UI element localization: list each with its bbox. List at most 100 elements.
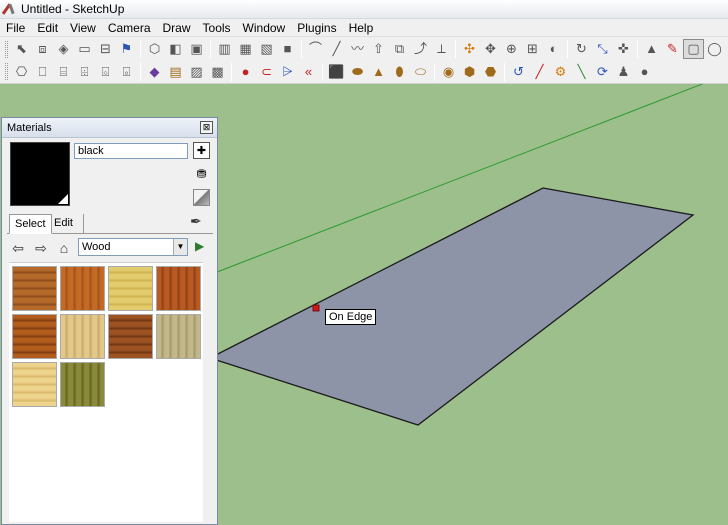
orbit-icon[interactable]: ✣	[459, 39, 480, 59]
chevron-down-icon[interactable]: ▼	[173, 239, 187, 255]
top-view-icon[interactable]: ◧	[165, 39, 186, 59]
move-icon[interactable]: ✜	[613, 39, 634, 59]
cylinder-icon[interactable]: ⬬	[347, 62, 368, 82]
tab-select[interactable]: Select	[9, 214, 52, 234]
forward-arrow-icon[interactable]: ⇨	[31, 239, 51, 257]
component-c-icon[interactable]: ⌸	[53, 62, 74, 82]
material-thumbnail[interactable]	[108, 314, 153, 359]
menu-help[interactable]: Help	[343, 19, 380, 37]
material-thumbnail[interactable]	[108, 266, 153, 311]
component-f-icon[interactable]: ⌻	[116, 62, 137, 82]
line-icon[interactable]: ╱	[326, 39, 347, 59]
zoom-window-icon[interactable]: ⊞	[522, 39, 543, 59]
fog-icon[interactable]: ▨	[186, 62, 207, 82]
menu-edit[interactable]: Edit	[31, 19, 64, 37]
freehand-icon[interactable]: 〰	[347, 39, 368, 59]
hidden-line-icon[interactable]: ▧	[256, 39, 277, 59]
solid-a-icon[interactable]: ⬢	[459, 62, 480, 82]
eraser-icon[interactable]: ▭	[74, 39, 95, 59]
pan-icon[interactable]: ✥	[480, 39, 501, 59]
cycle-icon[interactable]: ↺	[508, 62, 529, 82]
create-material-icon[interactable]: ✚	[193, 142, 210, 159]
walk-icon[interactable]: ⚑	[116, 39, 137, 59]
pipe-icon[interactable]: ⬭	[410, 62, 431, 82]
layer-icon[interactable]: ⩥	[277, 62, 298, 82]
section-icon[interactable]: ⊂	[256, 62, 277, 82]
material-thumbnail[interactable]	[12, 266, 57, 311]
xray-icon[interactable]: ▥	[214, 39, 235, 59]
make-component-icon[interactable]: ⧈	[32, 39, 53, 59]
material-thumbnail[interactable]	[60, 314, 105, 359]
push-pull-icon[interactable]: ⇧	[368, 39, 389, 59]
torus-icon[interactable]: ◉	[438, 62, 459, 82]
previous-view-icon[interactable]: ◐	[543, 39, 564, 59]
menu-view[interactable]: View	[64, 19, 102, 37]
details-arrow-icon[interactable]: ▶	[195, 239, 204, 253]
material-thumbnail[interactable]	[60, 362, 105, 407]
toolbar-grip[interactable]	[5, 63, 8, 80]
refresh-icon[interactable]: ⟳	[592, 62, 613, 82]
pencil-icon[interactable]: ✎	[662, 39, 683, 59]
follow-me-icon[interactable]: ⤴	[410, 39, 431, 59]
library-dropdown[interactable]: Wood ▼	[78, 238, 188, 256]
material-thumbnail[interactable]	[156, 266, 201, 311]
tab-edit[interactable]: Edit	[49, 214, 84, 234]
front-view-icon[interactable]: ▣	[186, 39, 207, 59]
default-material-icon[interactable]	[193, 189, 210, 206]
wireframe-icon[interactable]: ▦	[235, 39, 256, 59]
record-icon[interactable]: ●	[235, 62, 256, 82]
zoom-icon[interactable]: ⊕	[501, 39, 522, 59]
stick-icon[interactable]: ╲	[571, 62, 592, 82]
menu-camera[interactable]: Camera	[102, 19, 157, 37]
toolbar-separator	[140, 40, 141, 58]
material-thumbnail[interactable]	[12, 314, 57, 359]
material-thumbnail[interactable]	[12, 362, 57, 407]
cone-icon[interactable]: ▲	[368, 62, 389, 82]
close-icon[interactable]: ⊠	[200, 121, 213, 134]
figure-icon[interactable]: ♟	[613, 62, 634, 82]
sandbox-icon[interactable]: ▤	[165, 62, 186, 82]
box-icon[interactable]: ⬛	[326, 62, 347, 82]
rectangle-icon[interactable]: ▢	[683, 39, 704, 59]
component-a-icon[interactable]: ⎔	[11, 62, 32, 82]
eyedropper-icon[interactable]: ✒	[190, 213, 202, 230]
material-thumbnail[interactable]	[60, 266, 105, 311]
rotate-icon[interactable]: ↻	[571, 39, 592, 59]
offset-icon[interactable]: ⧉	[389, 39, 410, 59]
paint-bucket-icon[interactable]: ◈	[53, 39, 74, 59]
material-thumbnail[interactable]	[156, 314, 201, 359]
menu-plugins[interactable]: Plugins	[291, 19, 342, 37]
iso-view-icon[interactable]: ⬡	[144, 39, 165, 59]
menu-tools[interactable]: Tools	[197, 19, 237, 37]
scale-icon[interactable]: ⤡	[592, 39, 613, 59]
shadow-icon[interactable]: ▩	[207, 62, 228, 82]
diag-line-icon[interactable]: ╱	[529, 62, 550, 82]
toolbar-grip[interactable]	[5, 40, 8, 58]
material-icon[interactable]: ◆	[144, 62, 165, 82]
gear-icon[interactable]: ⚙	[550, 62, 571, 82]
material-name-field[interactable]: black	[74, 143, 188, 159]
component-e-icon[interactable]: ⌺	[95, 62, 116, 82]
tube-icon[interactable]: ⬮	[389, 62, 410, 82]
material-swatch[interactable]	[10, 142, 70, 206]
sphere-icon[interactable]: ●	[634, 62, 655, 82]
menu-file[interactable]: File	[0, 19, 31, 37]
menu-draw[interactable]: Draw	[157, 19, 197, 37]
solid-b-icon[interactable]: ⬣	[480, 62, 501, 82]
back-icon[interactable]: «	[298, 62, 319, 82]
home-icon[interactable]: ⌂	[54, 239, 74, 257]
select-icon[interactable]: ▲	[641, 39, 662, 59]
component-d-icon[interactable]: ⌹	[74, 62, 95, 82]
window-title: Untitled - SketchUp	[21, 2, 125, 16]
tape-measure-icon[interactable]: ⊟	[95, 39, 116, 59]
arc-icon[interactable]: ⌒	[305, 39, 326, 59]
sample-paint-icon[interactable]: ⛃	[193, 165, 210, 182]
component-b-icon[interactable]: ⎕	[32, 62, 53, 82]
tape-icon[interactable]: ⟂	[431, 39, 452, 59]
back-arrow-icon[interactable]: ⇦	[8, 239, 28, 257]
menu-window[interactable]: Window	[237, 19, 292, 37]
shaded-icon[interactable]: ■	[277, 39, 298, 59]
rectangle-face[interactable]	[208, 187, 695, 426]
select-arrow-icon[interactable]: ⬉	[11, 39, 32, 59]
circle-icon[interactable]: ◯	[704, 39, 725, 59]
